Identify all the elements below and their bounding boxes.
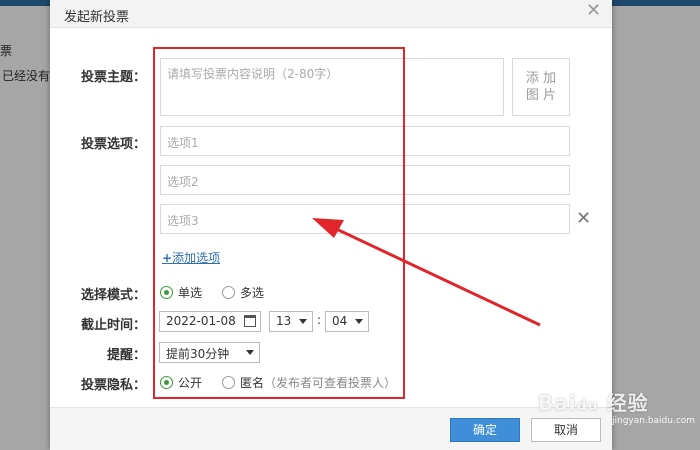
watermark-logo: Baidu 经验 bbox=[538, 391, 649, 415]
subject-label: 投票主题： bbox=[80, 70, 146, 85]
privacy-label: 投票隐私： bbox=[80, 378, 146, 393]
mode-label: 选择模式： bbox=[80, 288, 146, 303]
confirm-button[interactable]: 确定 bbox=[450, 418, 520, 442]
remind-label: 提醒： bbox=[106, 348, 146, 363]
dialog-footer: 确定 取消 bbox=[50, 407, 612, 450]
dialog-title: 发起新投票 bbox=[64, 10, 130, 25]
cancel-button[interactable]: 取消 bbox=[531, 418, 601, 442]
add-image-label: 添 加 bbox=[525, 71, 557, 86]
add-image-button[interactable]: 添 加 图 片 bbox=[512, 58, 570, 116]
deadline-label: 截止时间： bbox=[80, 318, 146, 333]
dialog-header: 发起新投票 ✕ bbox=[50, 0, 612, 28]
add-image-label: 图 片 bbox=[525, 88, 557, 103]
watermark-url: jingyan.baidu.com bbox=[612, 416, 696, 426]
options-label: 投票选项： bbox=[80, 137, 146, 152]
close-icon[interactable]: ✕ bbox=[586, 2, 602, 20]
highlight-box bbox=[153, 47, 405, 399]
remove-option-icon[interactable]: ✕ bbox=[576, 210, 591, 228]
